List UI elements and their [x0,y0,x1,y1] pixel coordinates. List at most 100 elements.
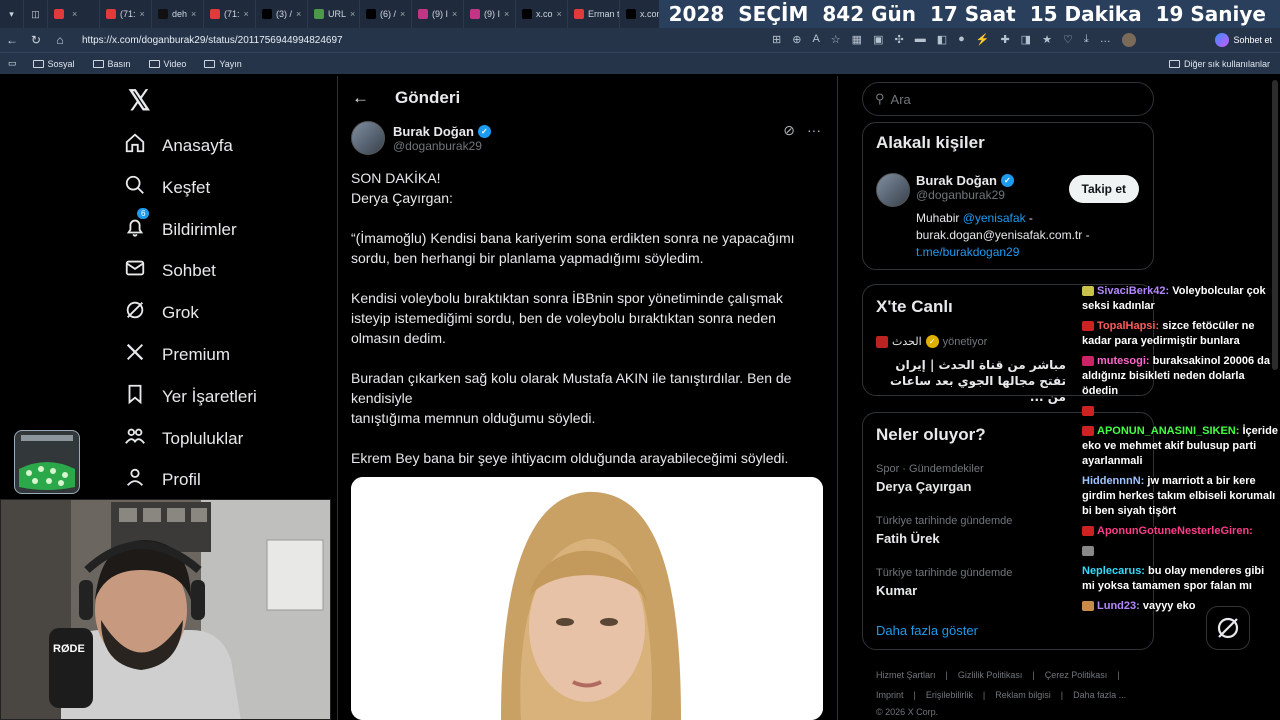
extension-icon[interactable]: ▬ [915,33,926,47]
tab-close-icon[interactable]: × [191,9,196,19]
browser-tab[interactable]: Erman t× [568,0,620,28]
split-screen-icon[interactable]: ◨ [1021,33,1031,47]
browser-tab[interactable]: (3) / × [256,0,308,28]
chat-message: APONUN_ANASINI_SIKEN: İçeride eko ve meh… [1082,424,1278,469]
footer-link[interactable]: Çerez Politikası [1045,670,1108,680]
search-box[interactable]: ⚲ Ara [862,82,1154,116]
author-name[interactable]: Burak Doğan [393,124,474,139]
other-bookmarks[interactable]: Diğer sık kullanılanlar [1168,59,1270,69]
author-handle[interactable]: @doganburak29 [393,139,491,153]
nav-item-grok[interactable]: Grok [124,299,199,326]
footer-link[interactable]: Reklam bilgisi [995,690,1051,700]
tab-strip-menu[interactable]: ▾ [0,0,24,28]
show-more-link[interactable]: Daha fazla göster [876,623,978,638]
scrollbar[interactable] [1272,80,1278,370]
extension-icon[interactable]: ◧ [937,33,947,47]
browser-tab[interactable]: (71: × [204,0,256,28]
read-aloud-icon[interactable]: A [812,33,819,47]
live-text: مباشر من قناة الحدث | إيران تفتح مجالها … [890,358,1066,404]
footer-link[interactable]: Erişilebilirlik [926,690,973,700]
nav-item-profil[interactable]: Profil [124,466,201,493]
trend-item[interactable]: Derya Çayırgan [876,479,971,494]
avatar[interactable] [351,121,385,155]
tab-close-icon[interactable]: × [296,9,301,19]
avatar[interactable] [876,173,910,207]
extension-icon[interactable]: ▣ [873,33,883,47]
chat-username: APONUN_ANASINI_SIKEN: [1097,425,1240,437]
bookmark-folder-yayin[interactable]: Yayın [204,59,242,69]
tab-close-icon[interactable]: × [504,9,509,19]
tab-close-icon[interactable]: × [72,9,77,19]
more-icon[interactable]: ··· [807,122,821,139]
bookmark-folder-basin[interactable]: Basın [92,59,131,69]
footer-link[interactable]: Hizmet Şartları [876,670,936,680]
workspaces-icon[interactable]: ◫ [24,0,48,28]
collections-icon[interactable]: ★ [1042,33,1052,47]
extension-icon[interactable]: ▦ [852,33,862,47]
browser-tab[interactable]: (71: × [100,0,152,28]
bio-mention-link[interactable]: @yenisafak [963,211,1026,225]
home-button-icon[interactable]: ⌂ [48,33,72,47]
tab-close-icon[interactable]: × [244,9,249,19]
back-icon[interactable]: ← [0,33,24,47]
footer-link[interactable]: Daha fazla ... [1073,690,1126,700]
tab-favicon-icon [470,9,480,19]
tab-close-icon[interactable]: × [557,9,562,19]
download-icon[interactable]: ⤓ [1084,33,1089,47]
trend-item[interactable]: Kumar [876,583,917,598]
extension-icon[interactable]: ✣ [894,33,903,47]
avatar[interactable] [1121,33,1136,47]
browser-tab[interactable]: x.co × [516,0,568,28]
extension-icon[interactable]: ● [958,33,965,47]
browser-tab[interactable]: URL × [308,0,360,28]
tab-close-icon[interactable]: × [452,9,457,19]
bio-link[interactable]: t.me/burakdogan29 [916,245,1019,259]
post-image[interactable] [351,477,823,720]
favorite-icon[interactable]: ☆ [831,33,841,47]
reload-icon[interactable]: ↻ [24,33,48,47]
browser-tab[interactable]: (6) / × [360,0,412,28]
copilot-sohbet-button[interactable]: Sohbet et [1215,33,1272,47]
tab-close-icon[interactable]: × [140,9,145,19]
bookmarks-bar: ▭ Sosyal Basın Video Yayın Diğer sık kul… [0,52,1280,74]
webcam-scene: RØDE [1,500,330,719]
bookmark-folder-video[interactable]: Video [148,59,186,69]
footer-link[interactable]: Imprint [876,690,904,700]
nav-item-premium[interactable]: Premium [124,341,230,368]
post-column: ← Gönderi Burak Doğan ✓ @doganburak29 ⊘ ·… [338,76,837,720]
back-arrow-icon[interactable]: ← [352,88,369,108]
browser-tab[interactable]: (9) I × [464,0,516,28]
related-name[interactable]: Burak Doğan [916,173,997,188]
browser-tab[interactable]: deh × [152,0,204,28]
nav-item-sohbet[interactable]: Sohbet [124,257,216,284]
nav-item-keşfet[interactable]: Keşfet [124,174,210,201]
nav-item-yer-i-şaretleri[interactable]: Yer İşaretleri [124,383,257,410]
post-author[interactable]: Burak Doğan ✓ @doganburak29 [351,121,491,155]
post-text-line: SON DAKİKA! [351,170,441,186]
nav-item-bildirimler[interactable]: 6 Bildirimler [124,208,237,243]
tab-close-icon[interactable]: × [400,9,405,19]
footer-link[interactable]: Gizlilik Politikası [958,670,1023,680]
grok-floating-button[interactable] [1206,606,1250,650]
browser-tab[interactable]: (9) I × [412,0,464,28]
bookmark-folder-sosyal[interactable]: Sosyal [32,59,75,69]
nav-item-anasayfa[interactable]: Anasayfa [124,132,233,159]
translate-icon[interactable]: ⊞ [772,33,781,47]
follow-button[interactable]: Takip et [1068,175,1139,203]
related-handle[interactable]: @doganburak29 [916,188,1014,202]
card-title: X'te Canlı [876,297,953,316]
tab-close-icon[interactable]: × [350,9,355,19]
heart-icon[interactable]: ♡ [1063,33,1073,47]
trend-item[interactable]: Fatih Ürek [876,531,940,546]
browser-tab[interactable]: × [48,0,100,28]
x-logo-icon[interactable]: 𝕏 [128,84,151,117]
sidebar-toggle-icon[interactable]: ▭ [8,58,17,69]
more-icon[interactable]: … [1100,33,1111,47]
puzzle-icon[interactable]: ✚ [1000,33,1009,47]
zoom-icon[interactable]: ⊕ [792,33,801,47]
url-field[interactable]: https://x.com/doganburak29/status/201175… [82,35,772,46]
countdown-segment: 17 Saat [929,2,1016,26]
extension-icon[interactable]: ⚡ [976,33,990,47]
grok-icon[interactable]: ⊘ [783,122,795,139]
nav-item-topluluklar[interactable]: Topluluklar [124,425,243,452]
